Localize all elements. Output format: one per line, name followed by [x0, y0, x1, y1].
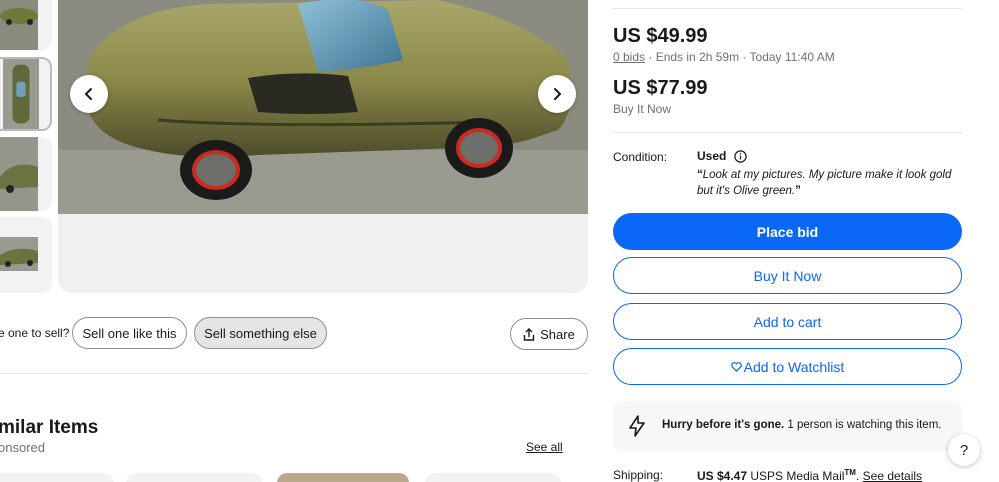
auction-end-time: · Ends in 2h 59m · Today 11:40 AM: [645, 50, 835, 64]
shipping-price: US $4.47: [697, 469, 748, 482]
trademark-mark: TM: [844, 468, 856, 477]
seller-condition-note: “Look at my pictures. My picture make it…: [697, 169, 952, 197]
chevron-left-icon: [84, 88, 92, 100]
next-image-button[interactable]: [538, 75, 576, 113]
sell-prompt-text: e one to sell?: [0, 326, 70, 340]
add-to-watchlist-button[interactable]: Add to Watchlist: [613, 348, 962, 385]
price-divider: [613, 132, 962, 133]
thumbnail-3[interactable]: [0, 137, 52, 211]
watchlist-label: Add to Watchlist: [743, 358, 845, 375]
main-image-viewer[interactable]: [58, 0, 588, 293]
buy-it-now-price: US $77.99: [613, 77, 708, 99]
thumbnail-image: [0, 137, 38, 211]
thumbnail-4[interactable]: [0, 217, 52, 293]
urgency-watchers: 1 person is watching this item.: [784, 419, 942, 431]
previous-image-button[interactable]: [70, 75, 108, 113]
add-to-cart-button[interactable]: Add to cart: [613, 303, 962, 340]
share-button[interactable]: Share: [510, 318, 588, 350]
urgency-text: Hurry before it's gone. 1 person is watc…: [662, 419, 941, 431]
main-product-photo: [58, 0, 588, 214]
shipping-value: US $4.47 USPS Media MailTM. See details: [697, 468, 922, 482]
share-label: Share: [540, 326, 575, 342]
sponsored-label: onsored: [0, 440, 45, 455]
similar-items-title: milar Items: [0, 417, 99, 438]
similar-item-card[interactable]: [0, 473, 114, 482]
condition-value: Used: [697, 149, 727, 163]
thumbnail-image: [0, 217, 38, 293]
buy-it-now-button[interactable]: Buy It Now: [613, 257, 962, 294]
seller-condition-quote: Look at my pictures. My picture make it …: [697, 169, 952, 197]
similar-item-card[interactable]: [425, 473, 561, 482]
shipping-label: Shipping:: [613, 468, 664, 482]
urgency-bold: Hurry before it's gone.: [662, 419, 785, 431]
condition-label: Condition:: [613, 150, 668, 164]
place-bid-button[interactable]: Place bid: [613, 213, 962, 250]
sell-one-like-this-button[interactable]: Sell one like this: [72, 317, 187, 349]
see-details-link[interactable]: See details: [863, 469, 922, 482]
condition-value-row: Used: [697, 149, 748, 163]
see-all-link[interactable]: See all: [526, 440, 563, 454]
similar-item-card[interactable]: [126, 473, 262, 482]
thumbnail-image: [3, 59, 39, 129]
top-divider: [613, 8, 962, 9]
share-icon: [523, 327, 535, 341]
shipping-service: USPS Media Mail: [747, 469, 845, 482]
current-bid-price: US $49.99: [613, 25, 708, 47]
buy-it-now-label: Buy It Now: [613, 102, 672, 116]
lightning-icon: [629, 415, 645, 437]
thumbnail-image: [0, 0, 38, 50]
section-divider: [0, 373, 588, 374]
heart-icon: [730, 361, 742, 372]
thumbnail-1[interactable]: [0, 0, 52, 50]
chevron-right-icon: [554, 88, 562, 100]
similar-item-card[interactable]: [277, 473, 409, 482]
help-icon: ?: [959, 441, 969, 459]
help-button[interactable]: ?: [948, 434, 980, 466]
thumbnail-2[interactable]: [0, 57, 52, 131]
bids-link[interactable]: 0 bids: [613, 50, 645, 64]
bid-meta: 0 bids · Ends in 2h 59m · Today 11:40 AM: [613, 50, 835, 64]
info-icon[interactable]: [734, 149, 748, 163]
urgency-banner: Hurry before it's gone. 1 person is watc…: [613, 401, 962, 451]
sell-something-else-button[interactable]: Sell something else: [194, 317, 327, 349]
shipping-dot: .: [855, 469, 860, 482]
